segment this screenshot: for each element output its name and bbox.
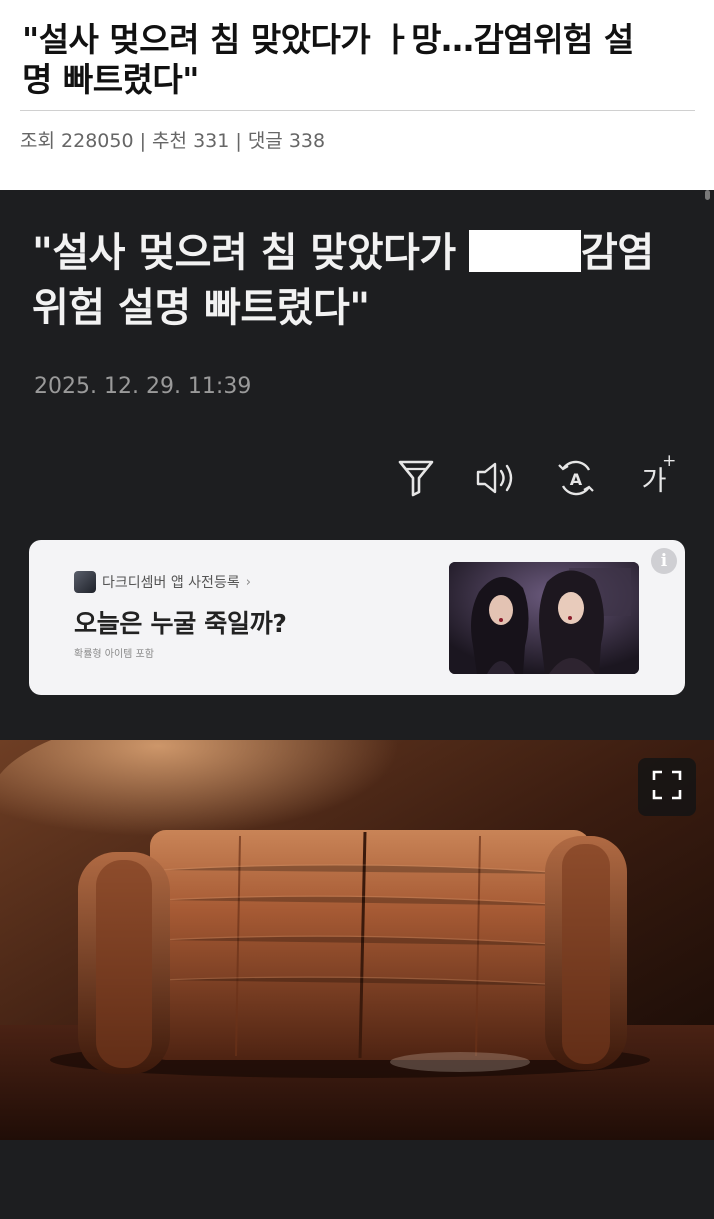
fullscreen-button[interactable]	[638, 758, 696, 816]
font-size-plus: +	[662, 450, 677, 471]
scrollbar[interactable]	[705, 190, 710, 200]
recommend-label: 추천	[152, 130, 188, 152]
article-title: "설사 멎으려 침 맞았다가 감염위험 설명 빠트렸다"	[32, 226, 682, 336]
ad-headline[interactable]: 오늘은 누굴 죽일까?	[74, 604, 287, 640]
fullscreen-icon	[652, 770, 682, 804]
post-header: "설사 멎으려 침 맞았다가 ㅏ망…감염위험 설명 빠트렸다" 조회 22805…	[0, 0, 714, 190]
ad-disclaimer: 확률형 아이템 포함	[74, 649, 154, 660]
redaction-box	[469, 230, 582, 272]
article-image-gavel	[0, 740, 714, 1140]
comments-label: 댓글	[247, 130, 283, 152]
post-meta: 조회 228050 | 추천 331 | 댓글 338	[20, 126, 325, 153]
article-toolbar: A 가 +	[390, 451, 690, 500]
views-label: 조회	[20, 130, 55, 152]
comments-count: 338	[288, 130, 326, 152]
views-count: 228050	[61, 130, 134, 152]
info-icon[interactable]: i	[651, 548, 677, 574]
translate-button[interactable]: A	[552, 456, 600, 500]
font-size-icon: 가 +	[642, 451, 677, 498]
meta-separator: |	[139, 130, 146, 152]
chevron-right-icon: ›	[245, 574, 251, 590]
article-screenshot: "설사 멎으려 침 맞았다가 감염위험 설명 빠트렸다" 2025. 12. 2…	[0, 190, 714, 1219]
font-size-button[interactable]: 가 +	[630, 451, 678, 500]
filter-button[interactable]	[392, 456, 440, 500]
divider	[20, 110, 695, 111]
ad-banner[interactable]: 다크디셈버 앱 사전등록 › 오늘은 누굴 죽일까? 확률형 아이템 포함 i	[29, 540, 685, 695]
article-title-start: "설사 멎으려 침 맞았다가	[32, 230, 470, 276]
svg-text:A: A	[570, 470, 583, 489]
app-logo-icon	[74, 571, 96, 593]
ad-sponsor-text: 다크디셈버 앱 사전등록	[102, 575, 240, 591]
meta-separator: |	[235, 130, 242, 152]
speaker-icon	[474, 459, 518, 497]
ad-sponsor[interactable]: 다크디셈버 앱 사전등록 ›	[74, 571, 251, 593]
recommend-count: 331	[193, 130, 230, 152]
post-title: "설사 멎으려 침 맞았다가 ㅏ망…감염위험 설명 빠트렸다"	[22, 20, 634, 99]
article-date: 2025. 12. 29. 11:39	[34, 374, 252, 399]
filter-icon	[397, 458, 435, 498]
text-to-speech-button[interactable]	[472, 456, 520, 500]
ad-image[interactable]	[449, 562, 639, 674]
translate-icon: A	[555, 457, 597, 499]
